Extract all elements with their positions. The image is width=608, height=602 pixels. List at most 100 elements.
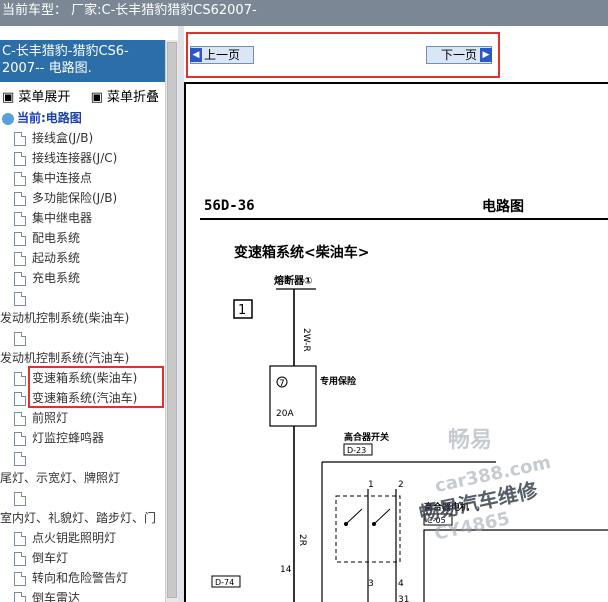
fuse-dedicated-label: 专用保险 bbox=[320, 375, 357, 387]
document-icon bbox=[14, 291, 26, 306]
tree-item[interactable]: 转向和危险警告灯 bbox=[0, 568, 165, 588]
tree-item[interactable]: 尾灯、示宽灯、牌照灯 bbox=[0, 468, 165, 488]
tree-item[interactable]: 配电系统 bbox=[0, 228, 165, 248]
tree-item-label: 接线连接器(J/C) bbox=[32, 151, 118, 165]
globe-icon bbox=[2, 112, 14, 125]
tree-item[interactable]: 集中连接点 bbox=[0, 168, 165, 188]
tree-item-label: 室内灯、礼貌灯、踏步灯、门 bbox=[0, 511, 157, 525]
document-icon bbox=[14, 391, 26, 406]
tree-item[interactable]: 发动机控制系统(柴油车) bbox=[0, 308, 165, 328]
wire-label-2wr: 2W-R bbox=[301, 328, 311, 352]
document-icon bbox=[14, 151, 26, 166]
tree-item-label: 配电系统 bbox=[32, 231, 81, 245]
tree-item-label: 点火钥匙照明灯 bbox=[32, 531, 117, 545]
tree-item-label: 集中连接点 bbox=[32, 171, 93, 185]
page-nav-bar: ◀ 上一页 下一页 ▶ bbox=[184, 26, 608, 82]
tree-item[interactable]: 点火钥匙照明灯 bbox=[0, 528, 165, 548]
tree-item[interactable]: 接线盒(J/B) bbox=[0, 128, 165, 148]
tree-item[interactable]: 多功能保险(J/B) bbox=[0, 188, 165, 208]
tree-item[interactable]: 起动系统 bbox=[0, 248, 165, 268]
tree-item-label: 灯监控蜂鸣器 bbox=[32, 431, 105, 445]
document-icon bbox=[14, 231, 26, 246]
document-icon bbox=[14, 171, 26, 186]
tree-item[interactable]: 前照灯 bbox=[0, 408, 165, 428]
document-icon bbox=[14, 591, 26, 602]
collapse-menu-button[interactable]: ▣ 菜单折叠 bbox=[91, 90, 165, 105]
box-number-text: 1 bbox=[238, 303, 246, 318]
pin-1: 1 bbox=[368, 480, 374, 490]
fuse-rating: 20A bbox=[276, 409, 294, 419]
document-icon bbox=[14, 191, 26, 206]
switch-contact-a bbox=[345, 508, 363, 525]
document-icon bbox=[14, 271, 26, 286]
next-page-button[interactable]: 下一页 ▶ bbox=[426, 46, 492, 64]
tree-item-label: 充电系统 bbox=[32, 271, 81, 285]
sidebar-title: C-长丰猎豹-猎豹CS6-2007-- 电路图. bbox=[0, 40, 165, 82]
tree-item[interactable]: 变速箱系统(柴油车) bbox=[0, 368, 165, 388]
tree-root[interactable]: 当前:电路图 bbox=[0, 108, 165, 128]
document-icon bbox=[14, 531, 26, 546]
tree-item[interactable]: 灯监控蜂鸣器 bbox=[0, 428, 165, 448]
fuse-box-label: 熔断器① bbox=[274, 274, 312, 287]
pin-4: 4 bbox=[398, 579, 404, 589]
document-icon bbox=[14, 371, 26, 386]
document-icon bbox=[14, 131, 26, 146]
tree-item[interactable] bbox=[0, 488, 165, 508]
tree-item-label: 多功能保险(J/B) bbox=[32, 191, 118, 205]
tree-item-label: 发动机控制系统(柴油车) bbox=[0, 311, 130, 325]
expand-menu-button[interactable]: ▣ 菜单展开 bbox=[2, 90, 78, 105]
tree-item-label: 集中继电器 bbox=[32, 211, 93, 225]
tree-item-label: 接线盒(J/B) bbox=[32, 131, 94, 145]
switch-node-a bbox=[344, 522, 348, 526]
tree-item[interactable]: 室内灯、礼貌灯、踏步灯、门 bbox=[0, 508, 165, 528]
vehicle-model-title: 当前车型： 厂家:C-长丰猎豹猎豹CS62007- bbox=[2, 3, 257, 18]
tree-item-label: 发动机控制系统(汽油车) bbox=[0, 351, 130, 365]
arrow-right-icon: ▶ bbox=[480, 48, 492, 62]
scrollbar-thumb[interactable] bbox=[167, 42, 177, 598]
tree-item[interactable] bbox=[0, 328, 165, 348]
document-icon bbox=[14, 571, 26, 586]
menu-toggle-row: ▣ 菜单展开 ▣ 菜单折叠 bbox=[0, 82, 165, 108]
watermark-1: 畅易 bbox=[448, 428, 493, 453]
wiring-diagram: 1 熔断器① 2W-R 7 20A 专用保险 高合器开关 D-23 1 2 3 … bbox=[211, 274, 608, 602]
tree-item-label: 尾灯、示宽灯、牌照灯 bbox=[0, 471, 121, 485]
pin-14: 14 bbox=[280, 565, 292, 575]
menu-tree: 当前:电路图 接线盒(J/B) 接线连接器(J/C) 集中连接点多功能保险(J/B)… bbox=[0, 108, 165, 602]
wiring-diagram-page: 56D-36 电路图 变速箱系统<柴油车> 1 熔断器① 2W-R 7 20A … bbox=[184, 82, 608, 602]
tree-item[interactable]: 变速箱系统(汽油车) bbox=[0, 388, 165, 408]
tree-item-label: 变速箱系统(汽油车) bbox=[32, 391, 138, 405]
pin-2: 2 bbox=[398, 480, 404, 490]
tree-item[interactable] bbox=[0, 288, 165, 308]
arrow-left-icon: ◀ bbox=[190, 48, 202, 62]
tree-item[interactable]: 接线连接器(J/C) bbox=[0, 148, 165, 168]
tree-item[interactable]: 倒车雷达 bbox=[0, 588, 165, 602]
switch-contact-b bbox=[373, 508, 391, 525]
tree-item-label: 倒车灯 bbox=[32, 551, 69, 565]
document-icon bbox=[14, 451, 26, 466]
tree-item[interactable]: 发动机控制系统(汽油车) bbox=[0, 348, 165, 368]
fuse-number: 7 bbox=[279, 379, 285, 389]
tree-item-label: 变速箱系统(柴油车) bbox=[32, 371, 138, 385]
document-icon bbox=[14, 411, 26, 426]
sidebar-scrollbar[interactable] bbox=[165, 40, 178, 602]
sidebar: C-长丰猎豹-猎豹CS6-2007-- 电路图. ▣ 菜单展开 ▣ 菜单折叠 当… bbox=[0, 40, 165, 602]
tree-item[interactable]: 充电系统 bbox=[0, 268, 165, 288]
document-icon bbox=[14, 251, 26, 266]
connector-d74: D-74 bbox=[215, 578, 234, 587]
window-title-bar: 当前车型： 厂家:C-长丰猎豹猎豹CS62007- bbox=[0, 0, 608, 26]
tree-item[interactable] bbox=[0, 448, 165, 468]
tree-item-label: 转向和危险警告灯 bbox=[32, 571, 129, 585]
pin-31: 31 bbox=[398, 595, 409, 602]
tree-item[interactable]: 集中继电器 bbox=[0, 208, 165, 228]
document-icon bbox=[14, 551, 26, 566]
tree-item[interactable]: 倒车灯 bbox=[0, 548, 165, 568]
tree-item-label: 倒车雷达 bbox=[32, 591, 81, 602]
document-icon bbox=[14, 431, 26, 446]
tree-item-label: 起动系统 bbox=[32, 251, 81, 265]
wire-label-2r: 2R bbox=[297, 534, 307, 546]
tree-item-label: 前照灯 bbox=[32, 411, 69, 425]
prev-page-button[interactable]: ◀ 上一页 bbox=[190, 46, 254, 64]
document-icon bbox=[14, 211, 26, 226]
switch-code: D-23 bbox=[347, 446, 366, 455]
pin-3: 3 bbox=[368, 579, 374, 589]
